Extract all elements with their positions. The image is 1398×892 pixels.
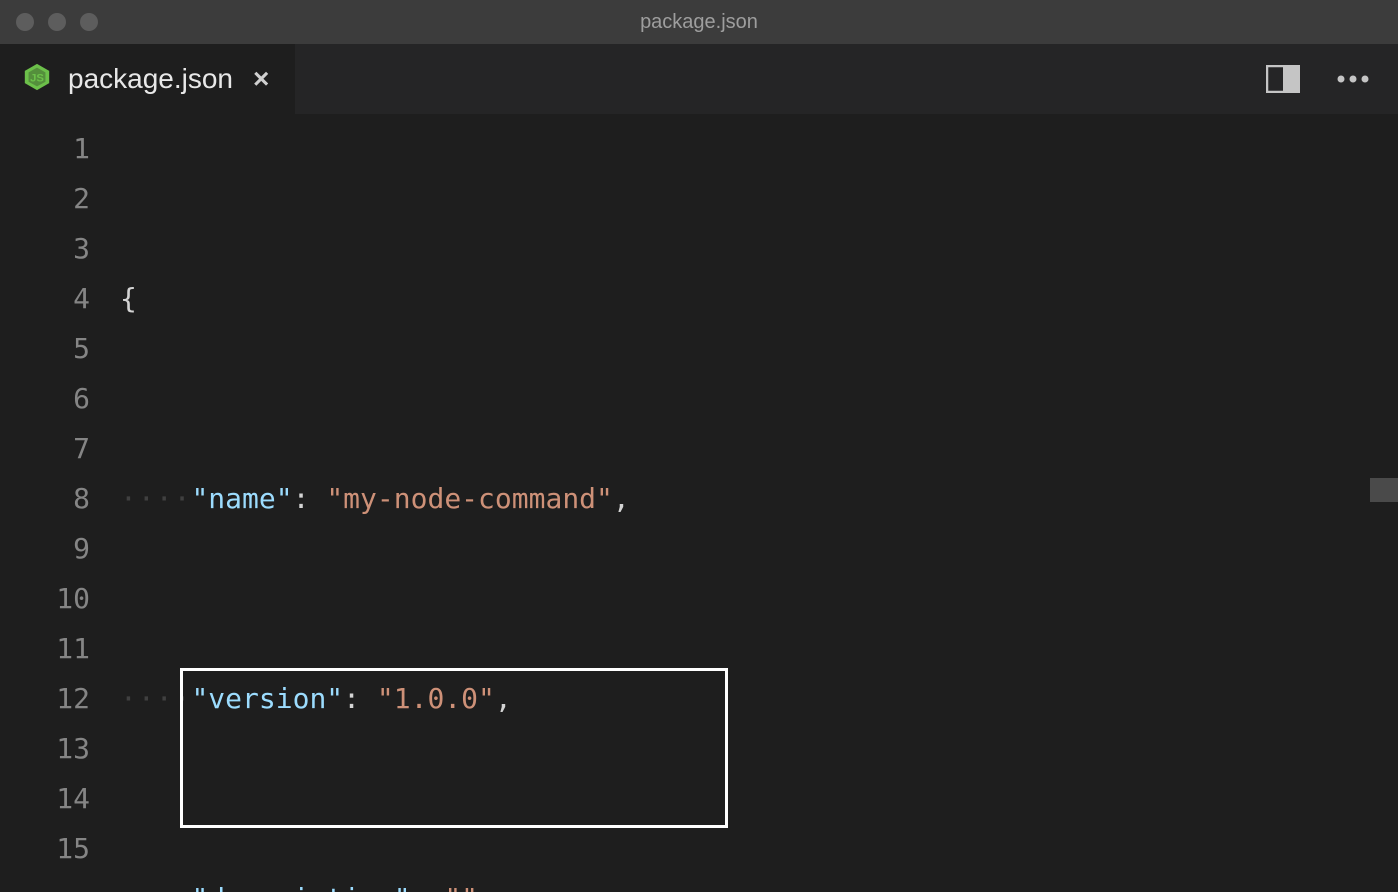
titlebar: package.json: [0, 0, 1398, 44]
svg-text:JS: JS: [30, 72, 44, 84]
line-number: 3: [0, 224, 90, 274]
close-icon[interactable]: ×: [249, 63, 273, 95]
line-number: 9: [0, 524, 90, 574]
line-number: 13: [0, 724, 90, 774]
nodejs-icon: JS: [22, 62, 52, 97]
tab-package-json[interactable]: JS package.json ×: [0, 44, 296, 114]
code-line[interactable]: ····"version": "1.0.0",: [120, 674, 1398, 724]
code-editor[interactable]: 1 2 3 4 5 6 7 8 9 10 11 12 13 14 15 { ··…: [0, 114, 1398, 892]
line-number: 10: [0, 574, 90, 624]
line-number: 7: [0, 424, 90, 474]
line-number: 11: [0, 624, 90, 674]
code-line[interactable]: {: [120, 274, 1398, 324]
line-number-gutter: 1 2 3 4 5 6 7 8 9 10 11 12 13 14 15: [0, 114, 120, 892]
line-number: 8: [0, 474, 90, 524]
split-editor-icon[interactable]: [1266, 65, 1300, 93]
line-number: 14: [0, 774, 90, 824]
code-content[interactable]: { ····"name": "my-node-command", ····"ve…: [120, 114, 1398, 892]
tab-label: package.json: [68, 63, 233, 95]
scrollbar-thumb[interactable]: [1370, 478, 1398, 502]
line-number: 1: [0, 124, 90, 174]
line-number: 5: [0, 324, 90, 374]
tab-bar: JS package.json ×: [0, 44, 1398, 114]
traffic-light-minimize[interactable]: [48, 13, 66, 31]
code-line[interactable]: ····"name": "my-node-command",: [120, 474, 1398, 524]
line-number: 4: [0, 274, 90, 324]
traffic-light-close[interactable]: [16, 13, 34, 31]
editor-actions: [1266, 44, 1398, 114]
more-actions-icon[interactable]: [1336, 74, 1370, 84]
traffic-light-zoom[interactable]: [80, 13, 98, 31]
line-number: 2: [0, 174, 90, 224]
line-number: 15: [0, 824, 90, 874]
window-title: package.json: [640, 11, 758, 34]
traffic-lights: [0, 13, 98, 31]
code-line[interactable]: ····"description": "",: [120, 874, 1398, 892]
line-number: 12: [0, 674, 90, 724]
line-number: 6: [0, 374, 90, 424]
